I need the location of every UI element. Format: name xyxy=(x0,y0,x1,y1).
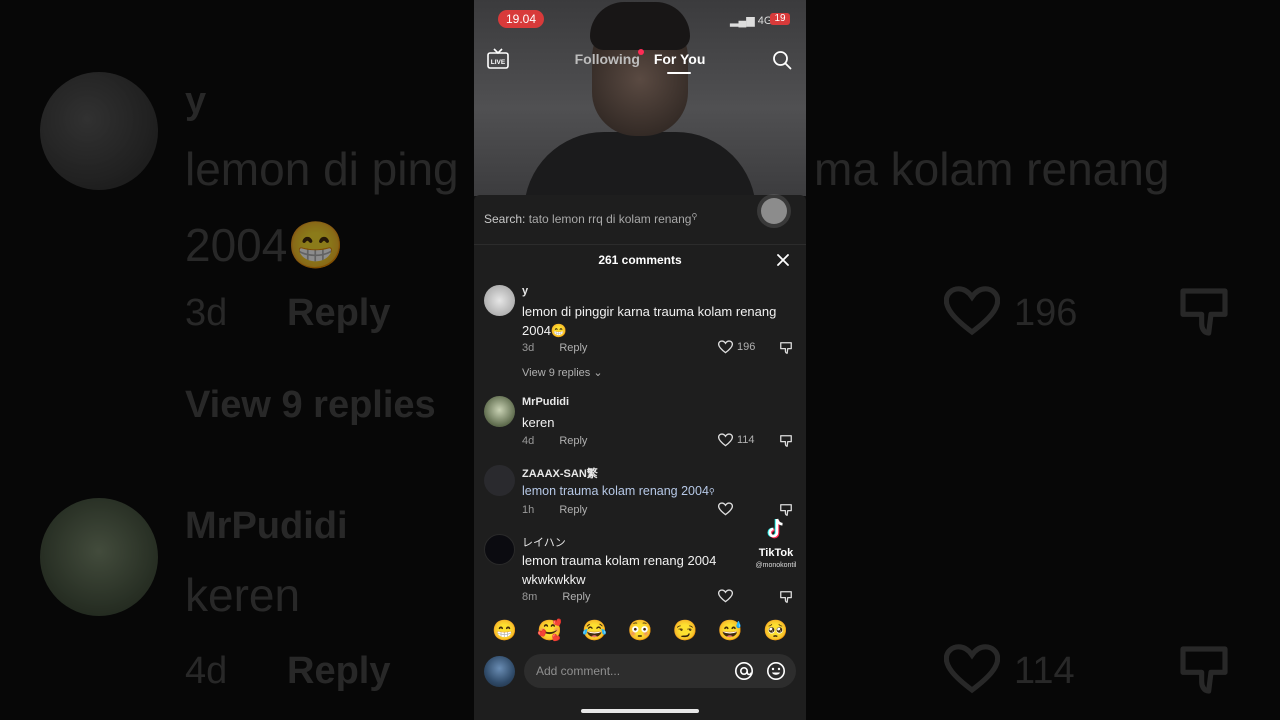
reply-button[interactable]: Reply xyxy=(562,591,590,603)
emoji-button[interactable]: 😅 xyxy=(718,617,743,645)
search-small-icon: ⚲ xyxy=(708,487,715,496)
tab-for-you[interactable]: For You xyxy=(654,51,706,67)
screen: y lemon di ping 2004😁 3d Reply View 9 re… xyxy=(0,0,1280,720)
comment-search-link[interactable]: lemon trauma kolam renang 2004 xyxy=(522,484,709,498)
search-small-icon: ⚲ xyxy=(691,212,698,221)
comment-text: lemon trauma kolam renang 2004⚲ xyxy=(522,482,792,501)
mention-icon[interactable] xyxy=(734,661,754,681)
comments-count: 261 comments xyxy=(598,253,682,267)
comment-text: lemon trauma kolam renang 2004 wkwkwkkw xyxy=(522,553,717,587)
emoji-picker-icon[interactable] xyxy=(766,661,786,681)
heart-icon xyxy=(718,589,733,603)
chevron-down-icon: ⌄ xyxy=(593,367,603,379)
comment-meta: 4d Reply xyxy=(522,435,587,447)
dislike-icon[interactable] xyxy=(779,341,793,355)
emoji-button[interactable]: 😳 xyxy=(628,617,653,645)
search-suggestion[interactable]: Search: tato lemon rrq di kolam renang⚲ xyxy=(484,212,697,226)
active-tab-indicator xyxy=(667,72,691,74)
comment-input[interactable] xyxy=(524,654,796,688)
view-replies-button[interactable]: View 9 replies ⌄ xyxy=(522,366,603,379)
emoji-button[interactable]: 🥰 xyxy=(537,617,562,645)
comment-age: 1h xyxy=(522,504,535,516)
reply-button[interactable]: Reply xyxy=(559,504,587,516)
battery-icon: 19 xyxy=(770,13,790,25)
like-button[interactable] xyxy=(718,502,733,516)
comment-age: 8m xyxy=(522,591,538,603)
signal-icon: ▂▄▆ xyxy=(730,15,755,27)
background-left: y lemon di ping 2004😁 3d Reply View 9 re… xyxy=(0,0,474,720)
avatar[interactable] xyxy=(484,465,515,496)
comment-meta: 1h Reply xyxy=(522,504,587,516)
tiktok-logo-icon xyxy=(767,518,783,539)
search-icon[interactable] xyxy=(772,50,792,70)
video-person-body xyxy=(524,132,756,196)
heart-icon xyxy=(718,433,733,447)
comment-meta: 3d Reply xyxy=(522,342,587,354)
search-prefix: Search: xyxy=(484,212,526,226)
avatar[interactable] xyxy=(484,396,515,427)
dislike-icon[interactable] xyxy=(779,434,793,448)
comment-age: 3d xyxy=(522,342,535,354)
network-label: ▂▄▆ 4G xyxy=(730,14,772,27)
tab-following[interactable]: Following xyxy=(575,51,640,67)
emoji-quick-bar: 😁 🥰 😂 😳 😏 😅 🥺 xyxy=(474,617,806,645)
comment-author[interactable]: MrPudidi xyxy=(522,396,569,408)
reply-button[interactable]: Reply xyxy=(559,435,587,447)
tiktok-watermark: TikTok @monokontil xyxy=(746,518,806,569)
emoji-button[interactable]: 🥺 xyxy=(763,617,788,645)
tiktok-handle: @monokontil xyxy=(755,562,797,569)
avatar[interactable] xyxy=(484,285,515,316)
emoji-button[interactable]: 😂 xyxy=(582,617,607,645)
search-query: tato lemon rrq di kolam renang xyxy=(528,212,692,226)
status-bar: 19.04 ▂▄▆ 4G 19 xyxy=(474,10,806,28)
comment-author[interactable]: レイハン xyxy=(522,534,566,550)
like-button[interactable] xyxy=(718,589,733,603)
dislike-icon[interactable] xyxy=(779,503,793,517)
following-notification-dot xyxy=(638,49,644,55)
comment-composer xyxy=(474,650,806,694)
background-right: ma kolam renang 196 114 xyxy=(806,0,1280,720)
heart-icon xyxy=(718,340,733,354)
tiktok-brand: TikTok xyxy=(758,547,794,559)
video-preview[interactable] xyxy=(474,0,806,196)
emoji-button[interactable]: 😁 xyxy=(492,617,517,645)
home-indicator[interactable] xyxy=(581,709,699,713)
comment-age: 4d xyxy=(522,435,535,447)
like-count: 114 xyxy=(737,434,755,446)
divider xyxy=(474,244,806,245)
view-replies-label: View 9 replies xyxy=(522,367,591,379)
comment-author[interactable]: ZAAAX-SAN繁 xyxy=(522,465,598,481)
like-button[interactable]: 196 xyxy=(718,340,755,354)
phone-screen: 19.04 ▂▄▆ 4G 19 LIVE Following For You S… xyxy=(474,0,806,720)
floating-record-button[interactable] xyxy=(761,198,787,224)
like-count: 196 xyxy=(737,341,756,353)
emoji-button[interactable]: 😏 xyxy=(673,617,698,645)
my-avatar[interactable] xyxy=(484,656,515,687)
like-button[interactable]: 114 xyxy=(718,433,755,447)
status-time: 19.04 xyxy=(498,10,544,28)
comment-text: keren xyxy=(522,415,555,430)
comment-text: lemon di pinggir karna trauma kolam rena… xyxy=(522,304,777,338)
comment-meta: 8m Reply xyxy=(522,591,590,603)
avatar[interactable] xyxy=(484,534,515,565)
heart-icon xyxy=(718,502,733,516)
close-icon[interactable] xyxy=(776,253,790,267)
dislike-icon[interactable] xyxy=(779,590,793,604)
comment-author[interactable]: y xyxy=(522,285,528,297)
reply-button[interactable]: Reply xyxy=(559,342,587,354)
